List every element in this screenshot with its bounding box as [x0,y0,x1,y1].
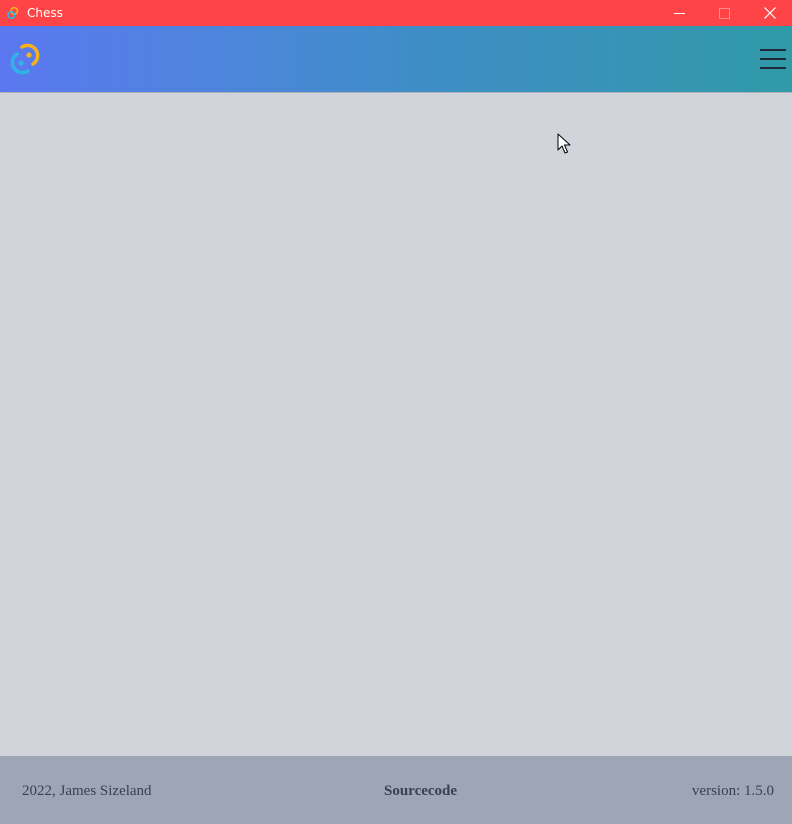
window-controls [657,0,792,26]
app-icon [6,6,20,20]
version-text: version: 1.5.0 [691,783,774,799]
maximize-button[interactable] [702,0,747,26]
copyright-text: 2022, James Sizeland [22,783,152,799]
hamburger-menu-icon[interactable] [760,49,786,69]
menu-line [760,49,786,51]
menu-line [760,58,786,60]
minimize-button[interactable] [657,0,702,26]
main-content [0,93,792,756]
maximize-icon [719,7,730,19]
menu-line [760,67,786,69]
minimize-icon [674,12,685,14]
close-button[interactable] [747,0,792,26]
window-titlebar[interactable]: Chess [0,0,792,26]
app-footer: 2022, James Sizeland Sourcecode version:… [0,756,792,824]
sourcecode-link[interactable]: Sourcecode [384,783,457,800]
mouse-cursor-icon [557,133,571,154]
app-window: Chess 2022, James Sizeland Sourcecode ve… [0,0,792,824]
window-title: Chess [27,6,63,20]
close-icon [763,7,776,19]
app-header [0,26,792,92]
tauri-logo-icon[interactable] [9,42,41,76]
